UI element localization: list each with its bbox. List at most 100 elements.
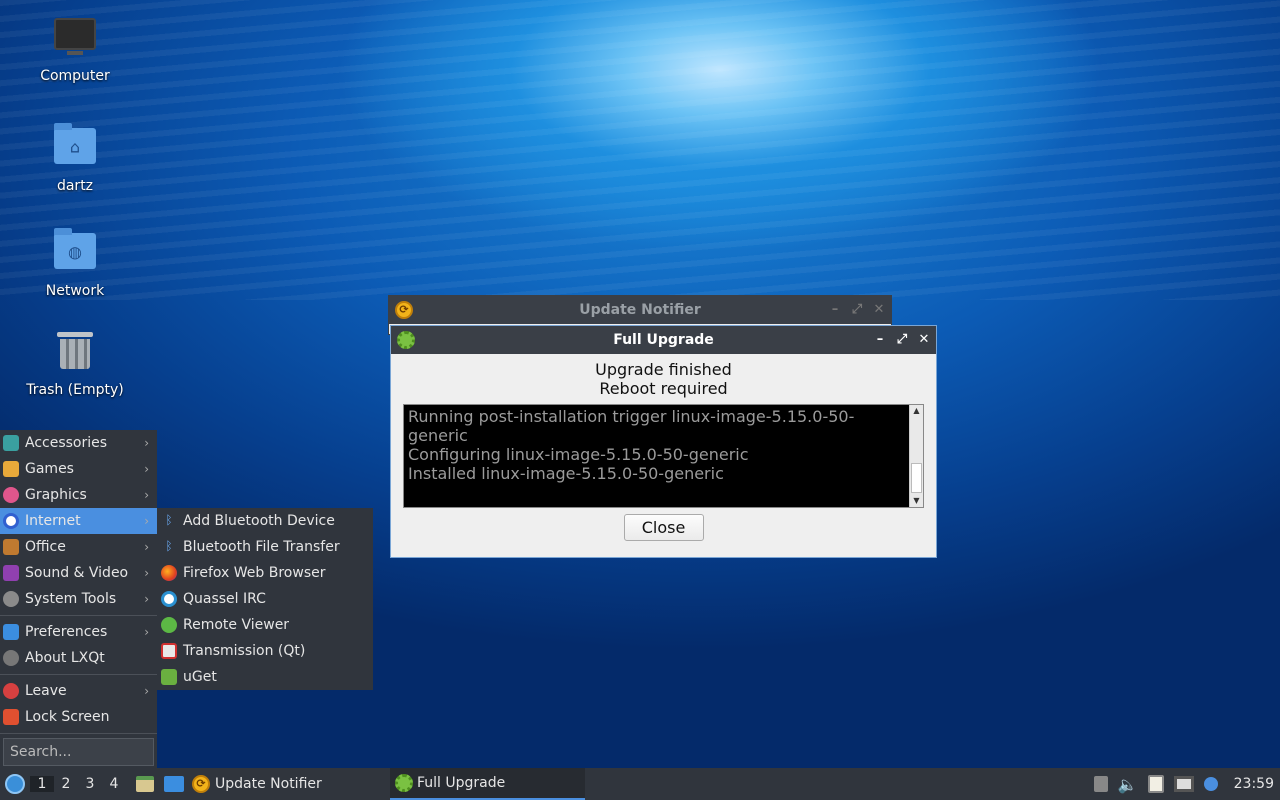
- menu-search-input[interactable]: Search...: [3, 738, 154, 766]
- submenu-item-firefox[interactable]: Firefox Web Browser: [157, 560, 373, 586]
- minimize-button[interactable]: –: [874, 333, 886, 347]
- desktop-icon-label: Trash (Empty): [26, 382, 124, 398]
- menu-item-label: uGet: [183, 669, 217, 685]
- tray-expand-icon[interactable]: [1093, 776, 1108, 792]
- menu-item-label: Accessories: [25, 435, 108, 451]
- lxqt-logo-icon: [5, 774, 25, 794]
- leave-icon: [3, 683, 19, 699]
- start-menu-button[interactable]: [0, 768, 30, 800]
- computer-icon: [53, 18, 97, 60]
- volume-icon[interactable]: 🔈: [1118, 775, 1138, 794]
- workspace-3[interactable]: 3: [78, 776, 102, 792]
- menu-item-label: Internet: [25, 513, 81, 529]
- menu-item-preferences[interactable]: Preferences ›: [0, 619, 157, 645]
- file-manager-icon[interactable]: [136, 776, 154, 792]
- wallpaper: [0, 0, 1280, 300]
- menu-item-graphics[interactable]: Graphics ›: [0, 482, 157, 508]
- clipboard-icon[interactable]: [1147, 775, 1164, 793]
- update-notifier-icon: ⟳: [395, 301, 413, 319]
- notification-icon[interactable]: [1203, 777, 1218, 791]
- menu-item-sound-video[interactable]: Sound & Video ›: [0, 560, 157, 586]
- desktop-icon-label: Computer: [40, 68, 110, 84]
- update-notifier-titlebar[interactable]: ⟳ Update Notifier – ⤢ ✕: [389, 296, 891, 324]
- status-reboot: Reboot required: [599, 379, 728, 398]
- submenu-item-uget[interactable]: uGet: [157, 664, 373, 690]
- workspace-4[interactable]: 4: [102, 776, 126, 792]
- gear-icon: [397, 331, 415, 349]
- submenu-item-quassel[interactable]: Quassel IRC: [157, 586, 373, 612]
- chevron-right-icon: ›: [144, 540, 149, 554]
- desktop-icon-label: Network: [45, 283, 105, 299]
- maximize-button[interactable]: ⤢: [851, 303, 863, 317]
- menu-item-label: Lock Screen: [25, 709, 110, 725]
- chevron-right-icon: ›: [144, 566, 149, 580]
- log-line: Installed linux-image-5.15.0-50-generic: [408, 464, 724, 483]
- desktop-icon-label: dartz: [56, 178, 94, 194]
- task-update-notifier[interactable]: ⟳ Update Notifier: [192, 768, 382, 800]
- submenu-item-bluetooth-transfer[interactable]: ᛒ Bluetooth File Transfer: [157, 534, 373, 560]
- close-button[interactable]: Close: [623, 514, 704, 541]
- full-upgrade-window: Full Upgrade – ⤢ ✕ Upgrade finished Rebo…: [390, 325, 937, 558]
- menu-item-label: About LXQt: [25, 650, 105, 666]
- bluetooth-icon: ᛒ: [165, 513, 173, 527]
- workspace-2[interactable]: 2: [54, 776, 78, 792]
- menu-item-label: Office: [25, 539, 66, 555]
- submenu-item-remote-viewer[interactable]: Remote Viewer: [157, 612, 373, 638]
- clock[interactable]: 23:59: [1234, 776, 1274, 792]
- graphics-icon: [3, 487, 19, 503]
- scroll-thumb[interactable]: [911, 463, 922, 493]
- status-finished: Upgrade finished: [595, 360, 732, 379]
- menu-item-games[interactable]: Games ›: [0, 456, 157, 482]
- window-title: Update Notifier: [579, 302, 701, 318]
- window-title: Full Upgrade: [613, 332, 714, 348]
- desktop-icon-network[interactable]: ◍ Network: [20, 228, 130, 299]
- chevron-right-icon: ›: [144, 625, 149, 639]
- scroll-up-icon[interactable]: ▲: [910, 405, 923, 417]
- menu-separator: [0, 733, 157, 734]
- minimize-button[interactable]: –: [829, 303, 841, 317]
- log-line: Configuring linux-image-5.15.0-50-generi…: [408, 445, 749, 464]
- taskbar: 1 2 3 4 ⟳ Update Notifier Full Upgrade 🔈…: [0, 768, 1280, 800]
- close-window-button[interactable]: ✕: [918, 333, 930, 347]
- internet-submenu: ᛒ Add Bluetooth Device ᛒ Bluetooth File …: [157, 508, 373, 690]
- chevron-right-icon: ›: [144, 684, 149, 698]
- scroll-down-icon[interactable]: ▼: [910, 495, 923, 507]
- menu-item-label: Graphics: [25, 487, 87, 503]
- menu-item-system-tools[interactable]: System Tools ›: [0, 586, 157, 612]
- submenu-item-add-bluetooth[interactable]: ᛒ Add Bluetooth Device: [157, 508, 373, 534]
- menu-item-leave[interactable]: Leave ›: [0, 678, 157, 704]
- sound-video-icon: [3, 565, 19, 581]
- maximize-button[interactable]: ⤢: [896, 333, 908, 347]
- menu-separator: [0, 615, 157, 616]
- menu-item-internet[interactable]: Internet ›: [0, 508, 157, 534]
- desktop-icon-computer[interactable]: Computer: [20, 18, 130, 84]
- full-upgrade-titlebar[interactable]: Full Upgrade – ⤢ ✕: [391, 326, 936, 354]
- menu-item-label: Leave: [25, 683, 67, 699]
- preferences-icon: [3, 624, 19, 640]
- menu-item-office[interactable]: Office ›: [0, 534, 157, 560]
- firefox-icon: [161, 565, 177, 581]
- trash-icon: [53, 332, 97, 374]
- upgrade-log[interactable]: Running post-installation trigger linux-…: [403, 404, 924, 508]
- desktop-icon-home[interactable]: ⌂ dartz: [20, 123, 130, 194]
- show-desktop-icon[interactable]: [164, 776, 184, 792]
- close-window-button[interactable]: ✕: [873, 303, 885, 317]
- chevron-right-icon: ›: [144, 592, 149, 606]
- menu-item-label: Add Bluetooth Device: [183, 513, 335, 529]
- menu-item-label: Preferences: [25, 624, 108, 640]
- menu-item-lock-screen[interactable]: Lock Screen: [0, 704, 157, 730]
- log-scrollbar[interactable]: ▲ ▼: [909, 405, 923, 507]
- desktop-icon-trash[interactable]: Trash (Empty): [20, 332, 130, 398]
- task-full-upgrade[interactable]: Full Upgrade: [390, 768, 585, 800]
- submenu-item-transmission[interactable]: Transmission (Qt): [157, 638, 373, 664]
- menu-item-accessories[interactable]: Accessories ›: [0, 430, 157, 456]
- accessories-icon: [3, 435, 19, 451]
- menu-item-label: System Tools: [25, 591, 117, 607]
- workspace-1[interactable]: 1: [30, 776, 54, 792]
- menu-item-about[interactable]: About LXQt: [0, 645, 157, 671]
- update-notifier-icon: ⟳: [192, 775, 210, 793]
- bluetooth-icon: ᛒ: [165, 539, 173, 553]
- application-menu: Accessories › Games › Graphics › Interne…: [0, 430, 157, 768]
- menu-item-label: Remote Viewer: [183, 617, 290, 633]
- network-icon[interactable]: [1173, 776, 1194, 792]
